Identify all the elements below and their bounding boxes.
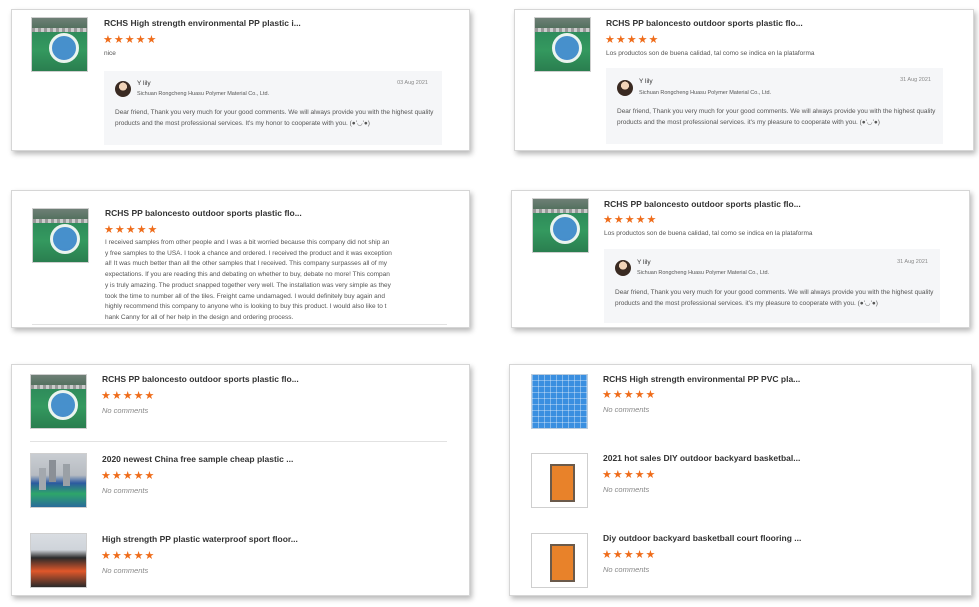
product-thumbnail[interactable] xyxy=(531,453,588,508)
product-thumbnail[interactable] xyxy=(30,533,87,588)
review-comment: Los productos son de buena calidad, tal … xyxy=(606,50,815,57)
reply-company: Sichuan Rongcheng Huasu Polymer Material… xyxy=(137,91,270,97)
product-title[interactable]: RCHS PP baloncesto outdoor sports plasti… xyxy=(105,208,302,218)
rating-stars: ★★★★★ xyxy=(101,470,156,482)
comment-line: al! It was much better than all the othe… xyxy=(105,260,388,268)
product-title[interactable]: 2021 hot sales DIY outdoor backyard bask… xyxy=(603,453,800,463)
avatar xyxy=(615,260,631,276)
product-title[interactable]: RCHS PP baloncesto outdoor sports plasti… xyxy=(102,374,299,384)
product-thumbnail[interactable] xyxy=(532,198,589,253)
reply-author: Y lily xyxy=(137,80,151,87)
reply-text: Dear friend, Thank you very much for you… xyxy=(617,108,936,126)
seller-reply: Y lily Sichuan Rongcheng Huasu Polymer M… xyxy=(104,71,442,145)
review-card: RCHS PP baloncesto outdoor sports plasti… xyxy=(514,9,974,151)
comment-line: y is truly amazing. The product snapped … xyxy=(105,281,391,289)
divider xyxy=(32,324,447,325)
review-list: RCHS High strength environmental PP PVC … xyxy=(509,364,972,596)
no-comments-label: No comments xyxy=(603,485,650,494)
rating-stars: ★★★★★ xyxy=(101,390,156,402)
no-comments-label: No comments xyxy=(102,486,149,495)
product-title[interactable]: Diy outdoor backyard basketball court fl… xyxy=(603,533,801,543)
no-comments-label: No comments xyxy=(102,566,149,575)
comment-line: took the time to number all of the tiles… xyxy=(105,292,386,300)
reply-text: Dear friend, Thank you very much for you… xyxy=(615,289,934,307)
review-comment: nice xyxy=(104,50,116,57)
reply-date: 31 Aug 2021 xyxy=(897,259,928,265)
product-thumbnail[interactable] xyxy=(531,533,588,588)
reply-date: 31 Aug 2021 xyxy=(900,77,931,83)
product-thumbnail[interactable] xyxy=(30,374,87,429)
review-comment: Los productos son de buena calidad, tal … xyxy=(604,230,813,237)
product-thumbnail[interactable] xyxy=(32,208,89,263)
product-title[interactable]: High strength PP plastic waterproof spor… xyxy=(102,534,298,544)
product-title[interactable]: 2020 newest China free sample cheap plas… xyxy=(102,454,293,464)
comment-line: y free samples to the USA. I took a chan… xyxy=(105,249,392,257)
review-card: RCHS PP baloncesto outdoor sports plasti… xyxy=(11,190,470,328)
comment-line: expectations. If you are reading this an… xyxy=(105,271,390,279)
rating-stars: ★★★★★ xyxy=(605,34,660,46)
reply-company: Sichuan Rongcheng Huasu Polymer Material… xyxy=(637,270,770,276)
rating-stars: ★★★★★ xyxy=(602,389,657,401)
product-thumbnail[interactable] xyxy=(31,17,88,72)
seller-reply: Y lily Sichuan Rongcheng Huasu Polymer M… xyxy=(604,249,940,323)
seller-reply: Y lily Sichuan Rongcheng Huasu Polymer M… xyxy=(606,68,943,144)
product-title[interactable]: RCHS High strength environmental PP plas… xyxy=(104,18,301,28)
comment-line: I received samples from other people and… xyxy=(105,239,390,246)
reply-author: Y lily xyxy=(637,259,651,266)
rating-stars: ★★★★★ xyxy=(603,214,658,226)
reply-date: 03 Aug 2021 xyxy=(397,80,428,86)
product-thumbnail[interactable] xyxy=(534,17,591,72)
rating-stars: ★★★★★ xyxy=(602,549,657,561)
product-thumbnail[interactable] xyxy=(30,453,87,508)
product-title[interactable]: RCHS PP baloncesto outdoor sports plasti… xyxy=(604,199,801,209)
no-comments-label: No comments xyxy=(603,565,650,574)
review-comment: I received samples from other people and… xyxy=(105,238,450,324)
no-comments-label: No comments xyxy=(603,405,650,414)
review-list: RCHS PP baloncesto outdoor sports plasti… xyxy=(11,364,470,596)
reply-text: Dear friend, Thank you very much for you… xyxy=(115,109,434,127)
review-card: RCHS High strength environmental PP plas… xyxy=(11,9,470,151)
rating-stars: ★★★★★ xyxy=(103,34,158,46)
product-title[interactable]: RCHS PP baloncesto outdoor sports plasti… xyxy=(606,18,803,28)
product-thumbnail[interactable] xyxy=(531,374,588,429)
avatar xyxy=(115,81,131,97)
rating-stars: ★★★★★ xyxy=(104,224,159,236)
avatar xyxy=(617,80,633,96)
reply-company: Sichuan Rongcheng Huasu Polymer Material… xyxy=(639,90,772,96)
reply-author: Y lily xyxy=(639,78,653,85)
comment-line: hank Canny for all of her help in the de… xyxy=(105,313,294,321)
comment-line: highly recommend this company to anyone … xyxy=(105,303,387,311)
no-comments-label: No comments xyxy=(102,406,149,415)
rating-stars: ★★★★★ xyxy=(602,469,657,481)
product-title[interactable]: RCHS High strength environmental PP PVC … xyxy=(603,374,800,384)
review-card: RCHS PP baloncesto outdoor sports plasti… xyxy=(511,190,970,328)
rating-stars: ★★★★★ xyxy=(101,550,156,562)
divider xyxy=(30,441,447,442)
